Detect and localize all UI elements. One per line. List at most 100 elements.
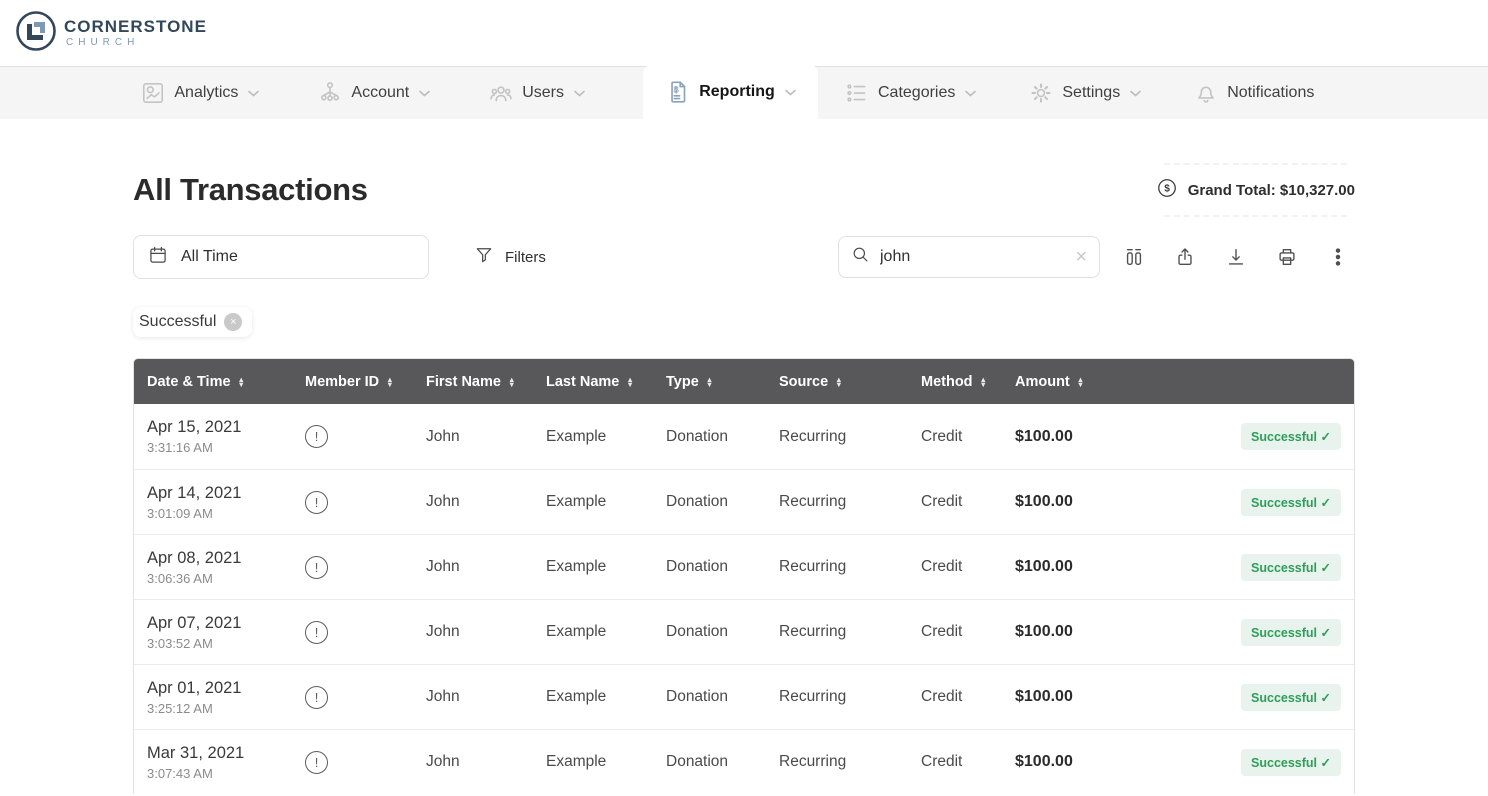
column-header-type[interactable]: Type▲▼ xyxy=(653,374,766,390)
column-header-amount[interactable]: Amount▲▼ xyxy=(1002,374,1123,390)
chevron-down-icon xyxy=(419,84,430,102)
cell-last-name: Example xyxy=(533,623,653,641)
cell-status: Successful ✓ xyxy=(1123,423,1354,450)
brand-subtitle: CHURCH xyxy=(64,38,207,48)
column-header-member-id[interactable]: Member ID▲▼ xyxy=(292,374,413,390)
table-row[interactable]: Apr 08, 20213:06:36 AM ! John Example Do… xyxy=(134,534,1354,599)
cell-first-name: John xyxy=(413,428,533,446)
filters-button[interactable]: Filters xyxy=(474,245,546,269)
sort-icon: ▲▼ xyxy=(626,377,633,387)
column-header-source[interactable]: Source▲▼ xyxy=(766,374,908,390)
table-row[interactable]: Mar 31, 20213:07:43 AM ! John Example Do… xyxy=(134,729,1354,794)
table-row[interactable]: Apr 14, 20213:01:09 AM ! John Example Do… xyxy=(134,469,1354,534)
search-icon xyxy=(851,245,870,269)
notifications-bell-icon xyxy=(1193,80,1219,106)
column-header-first-name[interactable]: First Name▲▼ xyxy=(413,374,533,390)
print-icon[interactable] xyxy=(1270,240,1304,274)
svg-text:$: $ xyxy=(1164,184,1170,195)
cell-amount: $100.00 xyxy=(1002,753,1123,771)
sort-icon: ▲▼ xyxy=(980,377,987,387)
cell-member-id: ! xyxy=(292,556,413,579)
nav-label: Account xyxy=(351,84,409,102)
cell-status: Successful ✓ xyxy=(1123,749,1354,776)
skeleton-line xyxy=(1164,163,1347,165)
nav-label: Reporting xyxy=(699,83,775,101)
cell-member-id: ! xyxy=(292,621,413,644)
chevron-down-icon xyxy=(248,84,259,102)
sort-icon: ▲▼ xyxy=(835,377,842,387)
nav-label: Users xyxy=(522,84,564,102)
grand-total: $ Grand Total: $10,327.00 xyxy=(1156,163,1355,217)
column-header-method[interactable]: Method▲▼ xyxy=(908,374,1002,390)
sort-icon: ▲▼ xyxy=(706,377,713,387)
cell-date-time: Apr 14, 20213:01:09 AM xyxy=(134,484,292,521)
cell-member-id: ! xyxy=(292,491,413,514)
brand-logo[interactable]: CORNERSTONE CHURCH xyxy=(14,9,207,58)
nav-item-notifications[interactable]: Notifications xyxy=(1193,80,1314,106)
settings-gear-icon xyxy=(1028,80,1054,106)
nav-item-categories[interactable]: Categories xyxy=(844,80,976,106)
status-badge: Successful ✓ xyxy=(1241,423,1341,450)
table-body: Apr 15, 20213:31:16 AM ! John Example Do… xyxy=(134,404,1354,794)
chip-remove-icon[interactable]: × xyxy=(224,313,242,331)
main-nav: Analytics Account Users $ Reporting xyxy=(0,66,1488,119)
search-input[interactable] xyxy=(880,248,1065,266)
cell-member-id: ! xyxy=(292,425,413,448)
chevron-down-icon xyxy=(785,83,796,101)
download-icon[interactable] xyxy=(1219,240,1253,274)
sort-icon: ▲▼ xyxy=(238,377,245,387)
cell-date-time: Apr 07, 20213:03:52 AM xyxy=(134,614,292,651)
nav-item-reporting[interactable]: $ Reporting xyxy=(643,65,818,119)
cell-source: Recurring xyxy=(766,493,908,511)
nav-label: Notifications xyxy=(1227,84,1314,102)
member-alert-icon[interactable]: ! xyxy=(305,751,328,774)
nav-item-analytics[interactable]: Analytics xyxy=(140,80,259,106)
nav-item-account[interactable]: Account xyxy=(317,80,430,106)
cell-date-time: Apr 08, 20213:06:36 AM xyxy=(134,549,292,586)
cell-amount: $100.00 xyxy=(1002,558,1123,576)
status-badge: Successful ✓ xyxy=(1241,554,1341,581)
cell-method: Credit xyxy=(908,623,1002,641)
cell-method: Credit xyxy=(908,688,1002,706)
search-box: × xyxy=(838,236,1100,278)
grand-total-value: Grand Total: $10,327.00 xyxy=(1188,182,1355,199)
cell-source: Recurring xyxy=(766,753,908,771)
member-alert-icon[interactable]: ! xyxy=(305,621,328,644)
filters-label: Filters xyxy=(505,249,546,266)
cell-last-name: Example xyxy=(533,558,653,576)
cell-method: Credit xyxy=(908,753,1002,771)
table-row[interactable]: Apr 01, 20213:25:12 AM ! John Example Do… xyxy=(134,664,1354,729)
table-row[interactable]: Apr 07, 20213:03:52 AM ! John Example Do… xyxy=(134,599,1354,664)
nav-label: Analytics xyxy=(174,84,238,102)
cell-method: Credit xyxy=(908,493,1002,511)
member-alert-icon[interactable]: ! xyxy=(305,425,328,448)
cell-first-name: John xyxy=(413,558,533,576)
cell-type: Donation xyxy=(653,623,766,641)
skeleton-line xyxy=(1164,215,1347,217)
column-header-last-name[interactable]: Last Name▲▼ xyxy=(533,374,653,390)
cell-last-name: Example xyxy=(533,688,653,706)
cell-status: Successful ✓ xyxy=(1123,554,1354,581)
date-range-select[interactable]: All Time xyxy=(133,235,429,279)
column-header-date-time[interactable]: Date & Time▲▼ xyxy=(134,374,292,390)
users-icon xyxy=(488,80,514,106)
page-title: All Transactions xyxy=(133,172,368,208)
member-alert-icon[interactable]: ! xyxy=(305,491,328,514)
nav-item-settings[interactable]: Settings xyxy=(1028,80,1141,106)
table-row[interactable]: Apr 15, 20213:31:16 AM ! John Example Do… xyxy=(134,404,1354,469)
search-clear-icon[interactable]: × xyxy=(1075,247,1087,267)
filter-chip-label: Successful xyxy=(139,313,216,331)
member-alert-icon[interactable]: ! xyxy=(305,556,328,579)
kebab-menu-icon[interactable] xyxy=(1321,240,1355,274)
sort-icon: ▲▼ xyxy=(508,377,515,387)
columns-icon[interactable] xyxy=(1117,240,1151,274)
filter-chip-successful[interactable]: Successful × xyxy=(133,307,252,337)
chevron-down-icon xyxy=(574,84,585,102)
cell-status: Successful ✓ xyxy=(1123,619,1354,646)
reporting-icon: $ xyxy=(665,79,691,105)
cell-first-name: John xyxy=(413,623,533,641)
nav-label: Settings xyxy=(1062,84,1120,102)
nav-item-users[interactable]: Users xyxy=(488,80,585,106)
member-alert-icon[interactable]: ! xyxy=(305,686,328,709)
share-icon[interactable] xyxy=(1168,240,1202,274)
